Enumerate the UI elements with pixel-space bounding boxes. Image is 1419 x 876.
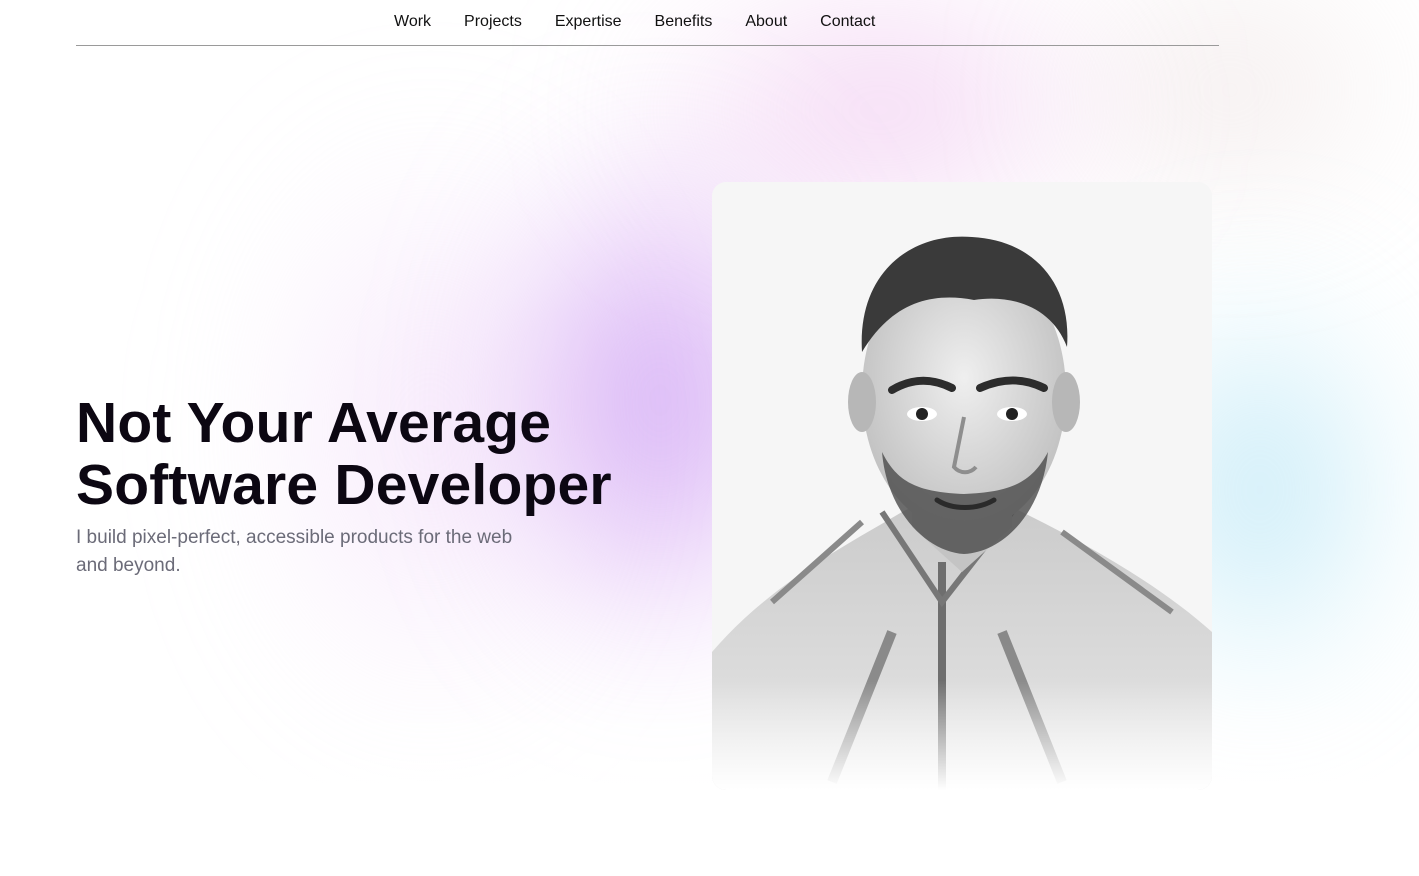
hero-subtitle: I build pixel-perfect, accessible produc… [76, 527, 513, 576]
nav-item-projects[interactable]: Projects [464, 12, 522, 32]
nav-item-about[interactable]: About [745, 12, 787, 32]
nav-item-expertise[interactable]: Expertise [555, 12, 622, 32]
nav-item-work[interactable]: Work [394, 12, 431, 32]
portrait-fade [712, 680, 1212, 790]
hero-title-line-2: Software Developer [76, 453, 612, 517]
top-nav: Work Projects Expertise Benefits About C… [76, 0, 1219, 46]
nav-item-contact[interactable]: Contact [820, 12, 875, 32]
hero-title-line-1: Not Your Average [76, 391, 552, 455]
portrait-photo [712, 182, 1212, 790]
nav-item-benefits[interactable]: Benefits [655, 12, 713, 32]
hero-title: Not Your Average Software Developer [76, 392, 676, 516]
page: Work Projects Expertise Benefits About C… [0, 0, 1419, 876]
nav-menu: Work Projects Expertise Benefits About C… [394, 12, 875, 32]
